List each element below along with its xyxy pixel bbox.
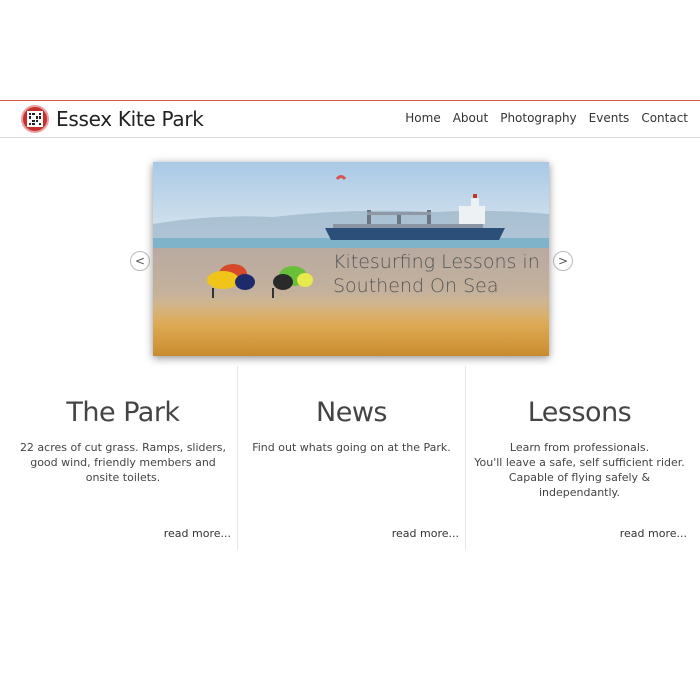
feature-columns: The Park 22 acres of cut grass. Ramps, s…	[9, 366, 693, 550]
nav-item-contact[interactable]: Contact	[641, 111, 688, 125]
slide-caption: Kitesurfing Lessons in Southend On Sea	[333, 251, 540, 297]
slider-prev-button[interactable]: <	[130, 251, 150, 271]
column-text: Learn from professionals. You'll leave a…	[474, 441, 685, 499]
nav-item-events[interactable]: Events	[589, 111, 630, 125]
column-news: News Find out whats going on at the Park…	[237, 366, 465, 550]
read-more-link[interactable]: read more...	[620, 527, 687, 540]
column-the-park: The Park 22 acres of cut grass. Ramps, s…	[9, 366, 237, 550]
site-title[interactable]: Essex Kite Park	[56, 107, 204, 131]
nav-item-photography[interactable]: Photography	[500, 111, 576, 125]
column-title: News	[316, 397, 387, 428]
slider-next-button[interactable]: >	[553, 251, 573, 271]
column-text: Find out whats going on at the Park.	[252, 441, 451, 454]
column-lessons: Lessons Learn from professionals. You'll…	[465, 366, 693, 550]
nav-item-about[interactable]: About	[453, 111, 488, 125]
column-title: The Park	[66, 397, 180, 428]
column-title: Lessons	[527, 397, 632, 428]
read-more-link[interactable]: read more...	[392, 527, 459, 540]
logo-link[interactable]: Essex Kite Park	[21, 105, 204, 133]
column-text: 22 acres of cut grass. Ramps, sliders, g…	[19, 441, 227, 484]
qr-code-logo-icon[interactable]	[21, 105, 49, 133]
hero-slider: Kitesurfing Lessons in Southend On Sea	[153, 162, 549, 356]
main-nav: Home About Photography Events Contact	[405, 111, 688, 125]
read-more-link[interactable]: read more...	[164, 527, 231, 540]
nav-item-home[interactable]: Home	[405, 111, 440, 125]
site-header: Essex Kite Park Home About Photography E…	[0, 100, 700, 138]
